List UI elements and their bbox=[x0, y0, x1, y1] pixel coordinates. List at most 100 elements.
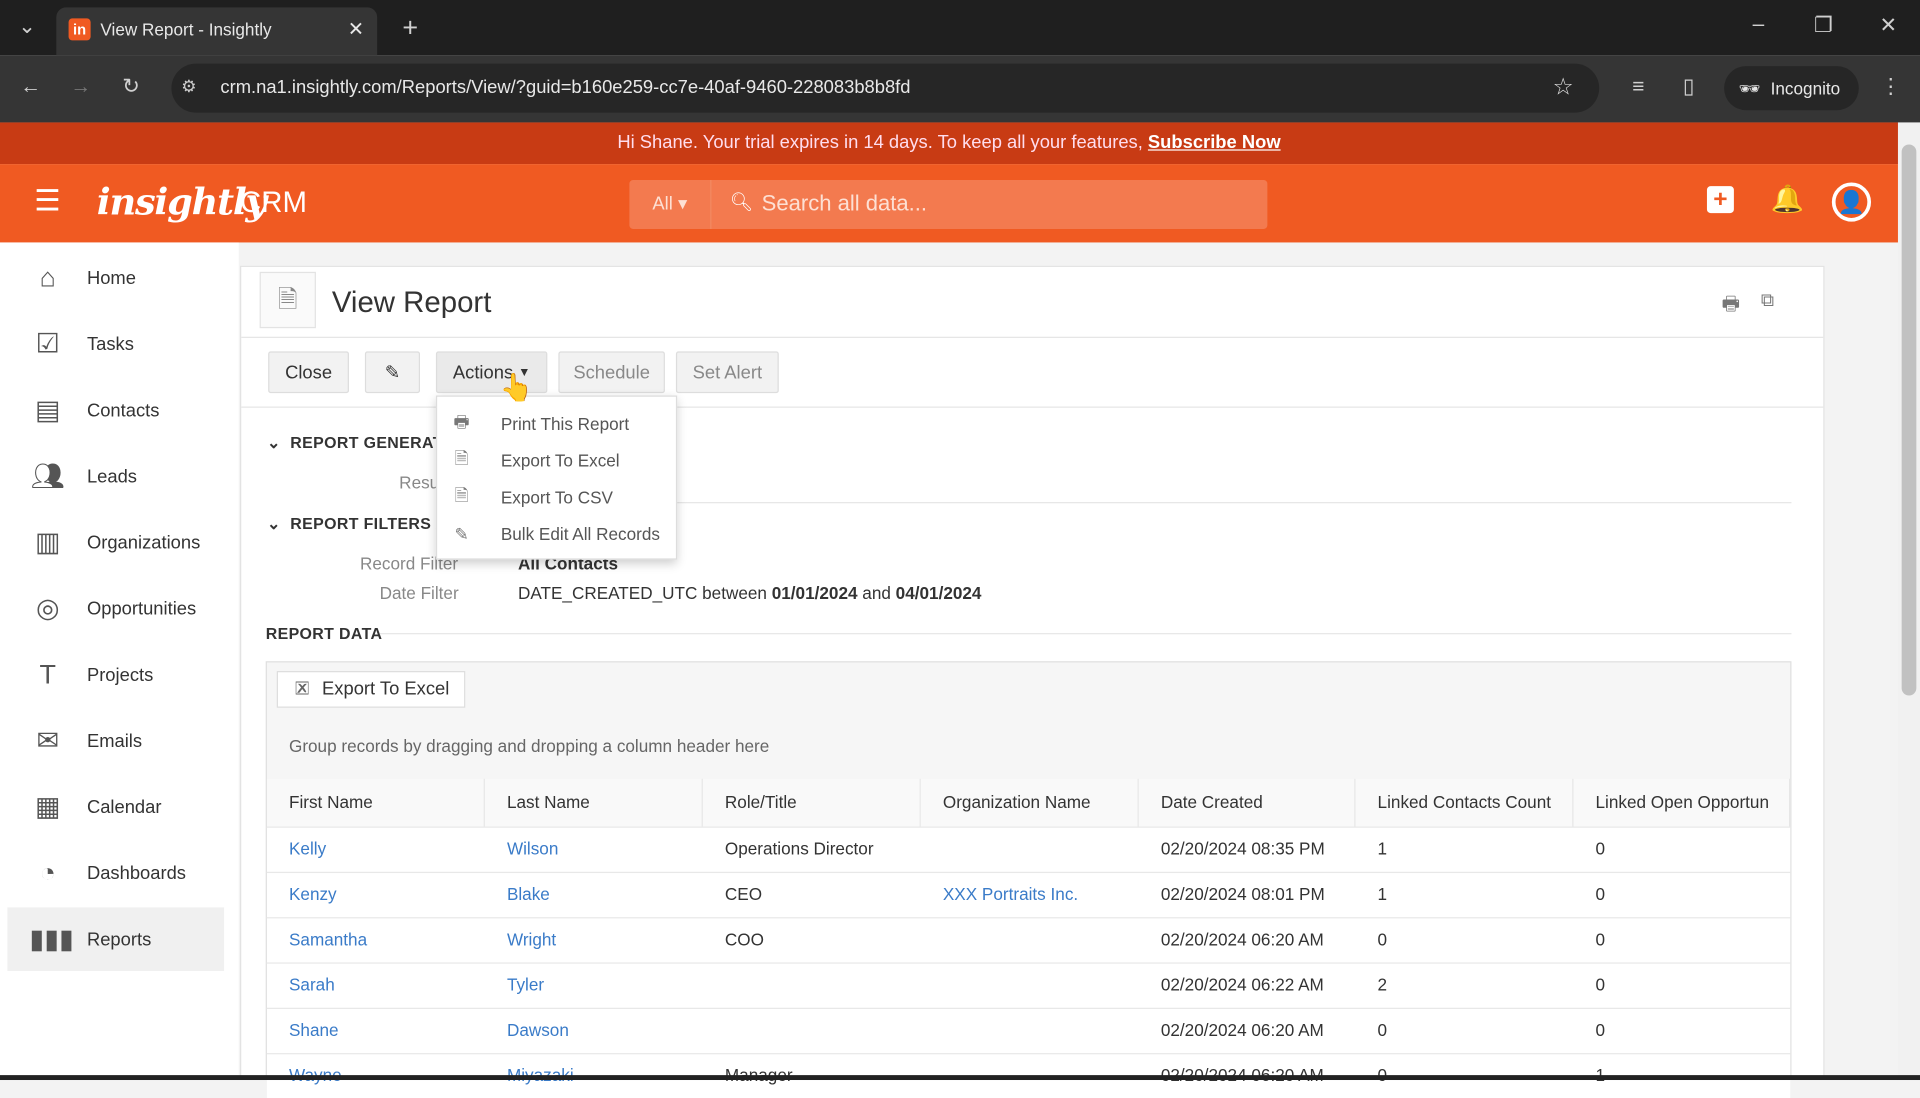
table-cell: 0 bbox=[1595, 974, 1606, 995]
sidebar-item-leads[interactable]: 👥︎ Leads bbox=[7, 444, 224, 508]
edit-button[interactable]: ✎ bbox=[364, 351, 421, 394]
set-alert-button[interactable]: Set Alert bbox=[675, 351, 779, 394]
date-to: 04/01/2024 bbox=[895, 582, 982, 603]
group-by-hint: Group records by dragging and dropping a… bbox=[288, 735, 770, 756]
tab-search-icon[interactable]: ⌄ bbox=[12, 15, 41, 39]
table-cell[interactable]: Tyler bbox=[485, 962, 544, 1007]
column-header[interactable]: Organization Name bbox=[920, 778, 1139, 827]
back-icon[interactable]: ← bbox=[16, 75, 45, 99]
browser-menu-icon[interactable]: ⋮ bbox=[1876, 75, 1905, 99]
sidebar-item-dashboards[interactable]: ◔ Dashboards bbox=[7, 841, 224, 905]
sidebar-item-tasks[interactable]: ☑ Tasks bbox=[7, 312, 224, 376]
table-cell[interactable]: Blake bbox=[485, 872, 550, 917]
close-label: Close bbox=[285, 361, 333, 383]
table-cell: 0 bbox=[1595, 929, 1606, 949]
schedule-label: Schedule bbox=[573, 361, 650, 383]
search-input[interactable]: Search all data... bbox=[762, 191, 927, 217]
window-close-icon[interactable]: ✕ bbox=[1873, 13, 1902, 37]
url-text: crm.na1.insightly.com/Reports/View/?guid… bbox=[220, 77, 911, 98]
print-icon[interactable]: 🖶 bbox=[1722, 290, 1741, 323]
table-cell[interactable]: Samantha bbox=[267, 917, 367, 962]
dashboards-icon: ◔ bbox=[39, 857, 56, 888]
table-cell: Operations Director bbox=[724, 838, 874, 859]
table-cell: 2 bbox=[1377, 974, 1388, 995]
menu-item-print-report[interactable]: 🖶 Print This Report bbox=[437, 405, 678, 442]
column-header[interactable]: Linked Open Opportun bbox=[1573, 778, 1791, 827]
sidebar-item-calendar[interactable]: ▦ Calendar bbox=[7, 775, 224, 839]
sidebar-item-opportunities[interactable]: ◎ Opportunities bbox=[7, 577, 224, 641]
table-cell[interactable]: Sarah bbox=[267, 962, 335, 1007]
side-panel-icon[interactable]: ▯ bbox=[1674, 75, 1703, 99]
sidebar-item-projects[interactable]: T Projects bbox=[7, 643, 224, 707]
table-cell[interactable] bbox=[921, 827, 943, 872]
popout-icon[interactable]: ⧉ bbox=[1761, 290, 1774, 311]
table-cell[interactable]: Shane bbox=[267, 1008, 339, 1053]
table-cell[interactable] bbox=[921, 917, 943, 962]
app-name: CRM bbox=[240, 186, 307, 220]
section-report-data: REPORT DATA bbox=[265, 624, 383, 643]
page-title: View Report bbox=[331, 286, 492, 320]
menu-item-export-csv[interactable]: 🗎 Export To CSV bbox=[437, 479, 678, 516]
table-cell[interactable] bbox=[921, 962, 943, 1007]
search-scope-select[interactable]: All ▾ bbox=[629, 180, 712, 229]
table-cell: 1 bbox=[1377, 884, 1388, 904]
scrollbar-thumb[interactable] bbox=[1901, 144, 1917, 696]
new-tab-icon[interactable]: + bbox=[396, 12, 425, 44]
menu-item-export-excel[interactable]: 🗎 Export To Excel bbox=[437, 442, 678, 479]
grid-export-excel-button[interactable]: 🗷 Export To Excel bbox=[276, 671, 466, 708]
reload-icon[interactable]: ↻ bbox=[116, 75, 145, 99]
table-cell[interactable]: Wilson bbox=[485, 827, 558, 872]
table-cell[interactable]: Kelly bbox=[267, 827, 326, 872]
report-document-icon: 🗎 bbox=[259, 271, 316, 329]
section-report-filters[interactable]: ⌄ REPORT FILTERS A bbox=[267, 514, 447, 534]
sidebar-label: Organizations bbox=[86, 532, 201, 553]
menu-item-bulk-edit[interactable]: ✎ Bulk Edit All Records bbox=[437, 516, 678, 553]
address-bar[interactable]: ⚙ crm.na1.insightly.com/Reports/View/?gu… bbox=[171, 63, 1600, 113]
table-cell[interactable]: Wright bbox=[485, 917, 556, 962]
media-control-icon[interactable]: ≡ bbox=[1624, 75, 1653, 99]
bookmark-star-icon[interactable]: ☆ bbox=[1553, 73, 1574, 101]
incognito-label: Incognito bbox=[1770, 78, 1841, 98]
restore-icon[interactable]: ❐ bbox=[1809, 13, 1838, 37]
page-scrollbar[interactable] bbox=[1897, 122, 1920, 1081]
menu-label: Export To Excel bbox=[500, 450, 620, 471]
file-icon: 🗎 bbox=[454, 448, 469, 468]
sidebar-item-contacts[interactable]: ▤ Contacts bbox=[7, 378, 224, 442]
incognito-badge[interactable]: 🕶 Incognito bbox=[1724, 66, 1859, 111]
reports-icon: ▮▮▮ bbox=[29, 923, 74, 954]
subscribe-now-link[interactable]: Subscribe Now bbox=[1148, 132, 1281, 153]
column-header[interactable]: Date Created bbox=[1138, 778, 1356, 827]
search-bar[interactable]: All ▾ 🔍︎ Search all data... bbox=[629, 180, 1268, 229]
add-new-icon[interactable]: + bbox=[1706, 186, 1734, 214]
section-report-generation[interactable]: ⌄ REPORT GENERATI bbox=[267, 433, 448, 453]
browser-tab[interactable]: in View Report - Insightly ✕ bbox=[56, 7, 378, 56]
date-filter-label: Date Filter bbox=[379, 582, 459, 603]
table-cell[interactable]: Kenzy bbox=[267, 872, 337, 917]
table-cell[interactable]: Dawson bbox=[485, 1008, 569, 1053]
minimize-icon[interactable]: – bbox=[1744, 12, 1773, 36]
hamburger-menu-icon[interactable]: ☰ bbox=[34, 184, 60, 220]
sidebar-item-reports[interactable]: ▮▮▮ Reports bbox=[7, 907, 225, 972]
result-label: Resu bbox=[399, 472, 440, 493]
tab-close-icon[interactable]: ✕ bbox=[348, 17, 364, 41]
column-header[interactable]: First Name bbox=[266, 778, 485, 827]
column-header[interactable]: Last Name bbox=[484, 778, 703, 827]
table-cell[interactable]: XXX Portraits Inc. bbox=[921, 872, 1078, 917]
forward-icon[interactable]: → bbox=[66, 75, 95, 99]
sidebar-item-emails[interactable]: ✉ Emails bbox=[7, 709, 224, 773]
table-cell[interactable] bbox=[921, 1008, 943, 1053]
sidebar-label: Projects bbox=[86, 664, 154, 686]
sidebar-item-organizations[interactable]: ▥ Organizations bbox=[7, 511, 224, 575]
schedule-button[interactable]: Schedule bbox=[558, 351, 665, 394]
user-avatar-icon[interactable]: 👤 bbox=[1831, 182, 1872, 222]
sidebar-label: Reports bbox=[86, 928, 152, 950]
column-header[interactable]: Linked Contacts Count bbox=[1355, 778, 1574, 827]
notifications-bell-icon[interactable]: 🔔 bbox=[1771, 184, 1805, 216]
site-info-icon[interactable]: ⚙ bbox=[181, 76, 196, 97]
table-cell bbox=[703, 1008, 725, 1053]
close-button[interactable]: Close bbox=[268, 351, 349, 394]
sidebar-item-home[interactable]: ⌂ Home bbox=[7, 246, 224, 310]
divider bbox=[379, 633, 1792, 635]
contacts-icon: ▤ bbox=[35, 394, 61, 425]
column-header[interactable]: Role/Title bbox=[702, 778, 921, 827]
